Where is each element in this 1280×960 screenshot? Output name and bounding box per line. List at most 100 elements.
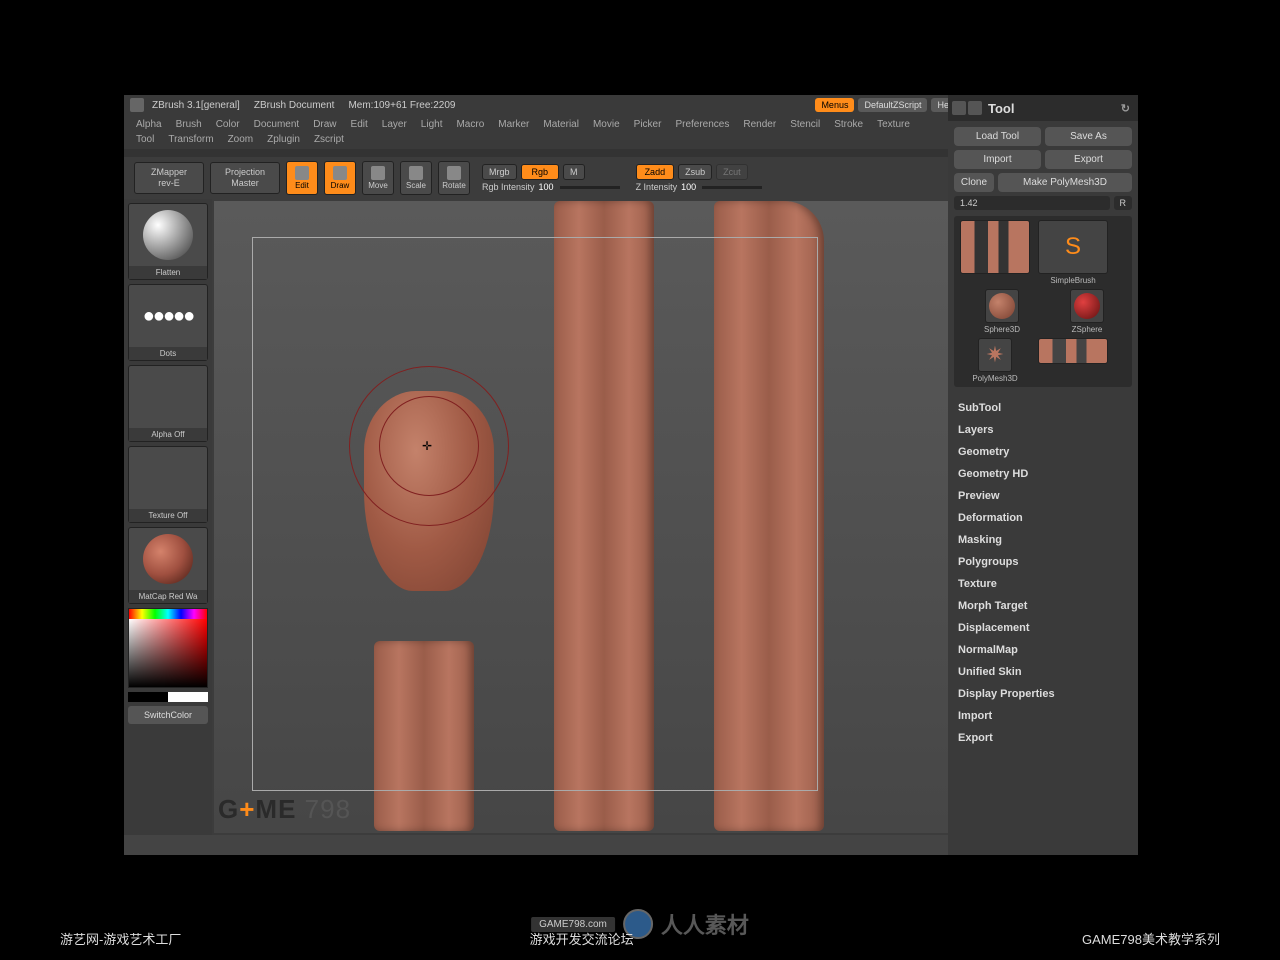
color-black-swatch[interactable] <box>128 692 168 702</box>
category-texture[interactable]: Texture <box>954 573 1132 595</box>
menu-color[interactable]: Color <box>216 119 240 130</box>
menu-zplugin[interactable]: Zplugin <box>267 134 300 145</box>
rgb-intensity-slider[interactable] <box>560 186 620 189</box>
color-white-swatch[interactable] <box>168 692 208 702</box>
rotate-mode-button[interactable]: Rotate <box>438 161 470 195</box>
draw-icon <box>333 166 347 180</box>
menus-button[interactable]: Menus <box>815 98 854 112</box>
watermark: G+ME 798 <box>218 794 351 825</box>
category-preview[interactable]: Preview <box>954 485 1132 507</box>
draw-mode-button[interactable]: Draw <box>324 161 356 195</box>
menu-light[interactable]: Light <box>421 119 443 130</box>
menu-transform[interactable]: Transform <box>168 134 213 145</box>
simplebrush-thumb[interactable]: SSimpleBrush <box>1036 220 1110 285</box>
app-logo-icon <box>130 98 144 112</box>
document-frame <box>252 237 818 791</box>
category-normalmap[interactable]: NormalMap <box>954 639 1132 661</box>
alpha-slot[interactable]: Alpha Off <box>128 365 208 442</box>
import-button[interactable]: Import <box>954 150 1041 169</box>
sphere-icon <box>143 210 193 260</box>
menu-stencil[interactable]: Stencil <box>790 119 820 130</box>
z-intensity-slider[interactable] <box>702 186 762 189</box>
panel-icon[interactable] <box>968 101 982 115</box>
menu-macro[interactable]: Macro <box>456 119 484 130</box>
category-display-properties[interactable]: Display Properties <box>954 683 1132 705</box>
category-geometry-hd[interactable]: Geometry HD <box>954 463 1132 485</box>
edit-mode-button[interactable]: Edit <box>286 161 318 195</box>
recent-tool-thumb[interactable] <box>1036 338 1110 383</box>
category-layers[interactable]: Layers <box>954 419 1132 441</box>
stroke-slot[interactable]: ●●●●●Dots <box>128 284 208 361</box>
footer-strip: 游艺网-游戏艺术工厂 游戏开发交流论坛 GAME798美术教学系列 <box>0 929 1280 948</box>
menu-zscript[interactable]: Zscript <box>314 134 344 145</box>
rgb-button[interactable]: Rgb <box>521 164 560 180</box>
menu-alpha[interactable]: Alpha <box>136 119 162 130</box>
sphere3d-thumb[interactable]: Sphere3D <box>958 289 1046 334</box>
material-slot[interactable]: MatCap Red Wa <box>128 527 208 604</box>
clone-button[interactable]: Clone <box>954 173 994 192</box>
menu-document[interactable]: Document <box>254 119 300 130</box>
zscript-button[interactable]: DefaultZScript <box>858 98 927 112</box>
menu-marker[interactable]: Marker <box>498 119 529 130</box>
category-displacement[interactable]: Displacement <box>954 617 1132 639</box>
texture-slot[interactable]: Texture Off <box>128 446 208 523</box>
projection-master-button[interactable]: Projection Master <box>210 162 280 194</box>
star-icon: ✷ <box>986 342 1004 368</box>
menu-stroke[interactable]: Stroke <box>834 119 863 130</box>
category-import[interactable]: Import <box>954 705 1132 727</box>
category-unified-skin[interactable]: Unified Skin <box>954 661 1132 683</box>
menu-zoom[interactable]: Zoom <box>228 134 254 145</box>
refresh-icon[interactable]: ↻ <box>1121 102 1130 115</box>
brush-preview-slot[interactable]: Flatten <box>128 203 208 280</box>
active-tool-thumb[interactable] <box>958 220 1032 285</box>
zsub-button[interactable]: Zsub <box>678 164 712 180</box>
menu-texture[interactable]: Texture <box>877 119 910 130</box>
save-as-button[interactable]: Save As <box>1045 127 1132 146</box>
category-morph-target[interactable]: Morph Target <box>954 595 1132 617</box>
menu-layer[interactable]: Layer <box>382 119 407 130</box>
category-export[interactable]: Export <box>954 727 1132 749</box>
menu-preferences[interactable]: Preferences <box>675 119 729 130</box>
panel-icon[interactable] <box>952 101 966 115</box>
menu-tool[interactable]: Tool <box>136 134 154 145</box>
export-button[interactable]: Export <box>1045 150 1132 169</box>
mrgb-button[interactable]: Mrgb <box>482 164 517 180</box>
category-deformation[interactable]: Deformation <box>954 507 1132 529</box>
menu-edit[interactable]: Edit <box>351 119 368 130</box>
footer-right: GAME798美术教学系列 <box>1082 929 1220 948</box>
menu-movie[interactable]: Movie <box>593 119 620 130</box>
polymesh-thumb[interactable]: ✷PolyMesh3D <box>958 338 1032 383</box>
sv-box[interactable] <box>129 619 207 687</box>
rgb-intensity-value[interactable]: 100 <box>539 182 554 192</box>
footer-mid: 游戏开发交流论坛 <box>530 929 634 948</box>
category-subtool[interactable]: SubTool <box>954 397 1132 419</box>
z-intensity-value[interactable]: 100 <box>681 182 696 192</box>
make-polymesh-button[interactable]: Make PolyMesh3D <box>998 173 1132 192</box>
tool-panel: Tool ↻ Load ToolSave As ImportExport Clo… <box>948 95 1138 855</box>
scale-mode-button[interactable]: Scale <box>400 161 432 195</box>
menu-render[interactable]: Render <box>743 119 776 130</box>
rotate-icon <box>447 166 461 180</box>
menu-picker[interactable]: Picker <box>634 119 662 130</box>
switch-color-button[interactable]: SwitchColor <box>128 706 208 724</box>
category-polygroups[interactable]: Polygroups <box>954 551 1132 573</box>
dots-icon: ●●●●● <box>143 305 193 328</box>
zmapper-button[interactable]: ZMapperrev-E <box>134 162 204 194</box>
menu-material[interactable]: Material <box>543 119 579 130</box>
tool-r-button[interactable]: R <box>1114 196 1133 210</box>
zcut-button[interactable]: Zcut <box>716 164 748 180</box>
m-button[interactable]: M <box>563 164 585 180</box>
material-sphere-icon <box>143 534 193 584</box>
zsphere-thumb[interactable]: ZSphere <box>1050 289 1124 334</box>
move-mode-button[interactable]: Move <box>362 161 394 195</box>
tool-panel-header: Tool ↻ <box>948 95 1138 121</box>
menu-brush[interactable]: Brush <box>176 119 202 130</box>
color-picker[interactable] <box>128 608 208 688</box>
tool-scale-value[interactable]: 1.42 <box>954 196 1110 210</box>
category-geometry[interactable]: Geometry <box>954 441 1132 463</box>
hue-bar[interactable] <box>129 609 207 619</box>
zadd-button[interactable]: Zadd <box>636 164 675 180</box>
load-tool-button[interactable]: Load Tool <box>954 127 1041 146</box>
category-masking[interactable]: Masking <box>954 529 1132 551</box>
menu-draw[interactable]: Draw <box>313 119 336 130</box>
